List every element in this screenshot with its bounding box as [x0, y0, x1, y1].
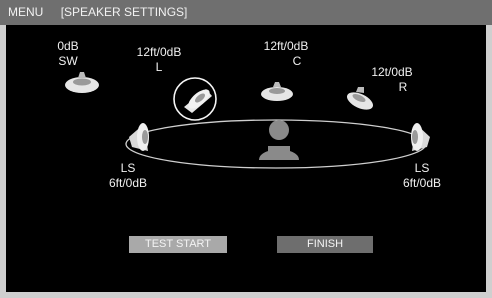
speaker-ls-right-dist: 6ft/0dB [402, 176, 442, 190]
speaker-icon[interactable] [261, 82, 293, 101]
speaker-c-dist: 12ft/0dB [263, 39, 309, 53]
speaker-c-name: C [292, 54, 302, 68]
speaker-sw-label: 0dB SW [28, 39, 108, 69]
speaker-icon[interactable] [65, 72, 99, 93]
speaker-layout: 0dB SW 12ft/0dB L 12ft/0dB C 12t/0dB R L… [6, 25, 486, 292]
test-start-button[interactable]: TEST START [129, 236, 227, 253]
speaker-l-dist: 12ft/0dB [136, 45, 182, 59]
speaker-l-name: L [155, 60, 163, 74]
speaker-r-label: 12t/0dB R [352, 65, 432, 95]
speaker-ls-left-name: LS [120, 161, 136, 175]
speaker-r-dist: 12t/0dB [371, 65, 413, 79]
speaker-ls-left-dist: 6ft/0dB [108, 176, 148, 190]
listener-icon [259, 120, 299, 160]
speaker-l-label: 12ft/0dB L [119, 45, 199, 75]
speaker-icon[interactable] [129, 123, 149, 151]
speaker-ls-right-name: LS [414, 161, 430, 175]
speaker-icon[interactable] [411, 123, 430, 151]
title-bar: MENU [SPEAKER SETTINGS] [0, 0, 492, 25]
finish-button[interactable]: FINISH [277, 236, 373, 253]
menu-label: MENU [8, 5, 44, 19]
speaker-sw-level: 0dB [57, 39, 79, 53]
speaker-icon[interactable] [184, 86, 213, 113]
speaker-sw-name: SW [58, 54, 78, 68]
speaker-ls-right-label: LS 6ft/0dB [382, 161, 462, 191]
speaker-ls-left-label: LS 6ft/0dB [88, 161, 168, 191]
speaker-c-label: 12ft/0dB C [246, 39, 326, 69]
section-title: [SPEAKER SETTINGS] [60, 5, 188, 19]
speaker-r-name: R [398, 80, 408, 94]
